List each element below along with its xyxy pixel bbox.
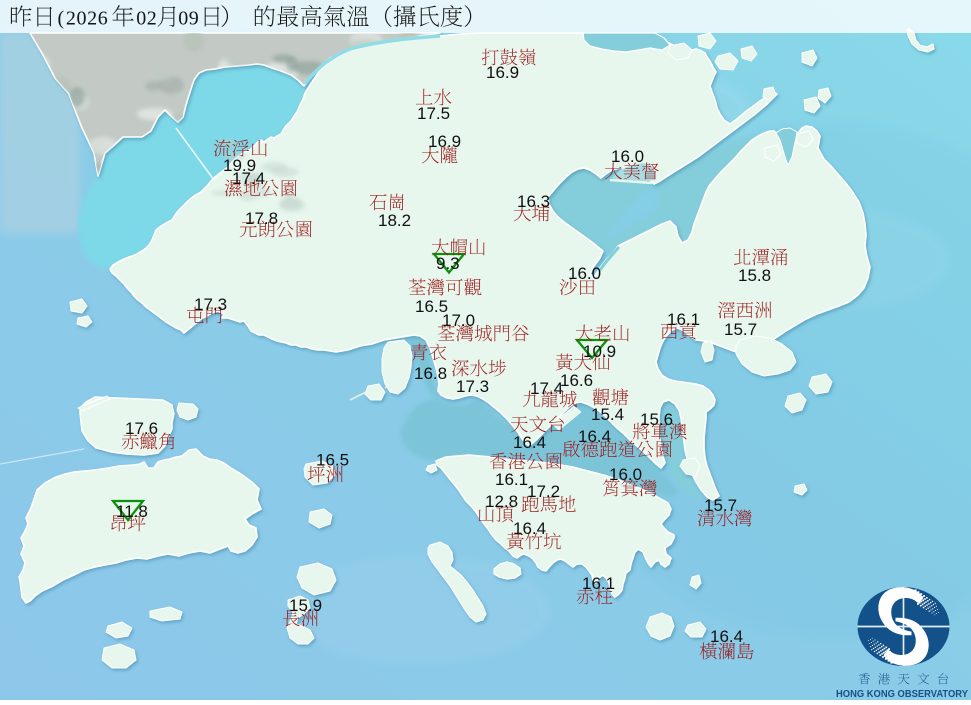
- svg-text:16.0: 16.0: [609, 465, 642, 484]
- svg-text:9.3: 9.3: [436, 254, 460, 273]
- svg-text:15.8: 15.8: [738, 266, 771, 285]
- svg-text:16.9: 16.9: [428, 132, 461, 151]
- svg-text:17.6: 17.6: [125, 419, 158, 438]
- svg-text:18.2: 18.2: [378, 211, 411, 230]
- svg-text:17.3: 17.3: [194, 295, 227, 314]
- svg-text:15.6: 15.6: [640, 410, 673, 429]
- svg-text:(: (: [58, 8, 65, 30]
- svg-text:HONG KONG OBSERVATORY: HONG KONG OBSERVATORY: [836, 688, 968, 700]
- svg-text:17.5: 17.5: [417, 104, 450, 123]
- svg-text:16.8: 16.8: [414, 364, 447, 383]
- svg-text:15.4: 15.4: [591, 405, 624, 424]
- svg-text:16.4: 16.4: [710, 627, 743, 646]
- svg-text:16.5: 16.5: [316, 451, 349, 470]
- svg-text:15.7: 15.7: [724, 320, 757, 339]
- svg-text:16.4: 16.4: [513, 433, 546, 452]
- svg-text:16.1: 16.1: [495, 470, 528, 489]
- svg-text:09: 09: [178, 8, 199, 30]
- svg-text:16.4: 16.4: [578, 427, 611, 446]
- svg-text:16.3: 16.3: [517, 192, 550, 211]
- svg-text:15.9: 15.9: [289, 596, 322, 615]
- svg-text:12.8: 12.8: [485, 492, 518, 511]
- svg-text:16.0: 16.0: [568, 264, 601, 283]
- svg-text:17.4: 17.4: [232, 169, 265, 188]
- svg-text:17.0: 17.0: [442, 311, 475, 330]
- svg-text:17.3: 17.3: [456, 377, 489, 396]
- svg-text:10.9: 10.9: [583, 342, 616, 361]
- svg-text:16.6: 16.6: [560, 371, 593, 390]
- svg-text:16.0: 16.0: [611, 147, 644, 166]
- svg-text:16.1: 16.1: [667, 310, 700, 329]
- svg-text:17.4: 17.4: [530, 379, 563, 398]
- svg-text:11.8: 11.8: [116, 502, 148, 521]
- svg-text:16.1: 16.1: [582, 574, 615, 593]
- svg-text:02: 02: [136, 8, 157, 30]
- svg-text:17.8: 17.8: [245, 209, 278, 228]
- svg-text:16.9: 16.9: [486, 63, 519, 82]
- svg-text:16.4: 16.4: [513, 519, 546, 538]
- svg-text:2026: 2026: [66, 8, 108, 30]
- svg-text:17.2: 17.2: [527, 482, 560, 501]
- svg-text:15.7: 15.7: [704, 496, 737, 515]
